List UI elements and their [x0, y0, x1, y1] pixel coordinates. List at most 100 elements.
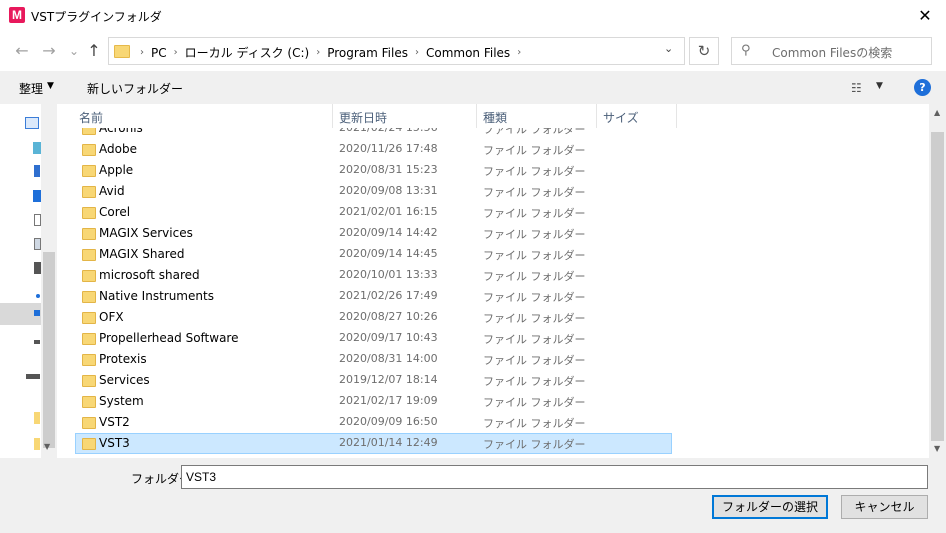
- column-header-name[interactable]: 名前: [79, 109, 103, 126]
- desktop-icon[interactable]: [25, 117, 39, 129]
- file-modified-date: 2020/08/31 14:00: [339, 352, 438, 365]
- drive-icon[interactable]: [34, 340, 40, 344]
- file-row[interactable]: OFX 2020/08/27 10:26 ファイル フォルダー: [75, 307, 672, 328]
- navigation-pane: ▼: [0, 104, 57, 458]
- file-row[interactable]: System 2021/02/17 19:09 ファイル フォルダー: [75, 391, 672, 412]
- column-divider[interactable]: [596, 104, 597, 128]
- music-icon[interactable]: [36, 294, 40, 298]
- chevron-right-icon: ›: [414, 47, 419, 58]
- file-type: ファイル フォルダー: [483, 291, 586, 304]
- folder-icon: [82, 417, 96, 429]
- file-name: VST3: [99, 436, 130, 450]
- column-header-type[interactable]: 種類: [483, 109, 507, 126]
- column-divider[interactable]: [332, 104, 333, 128]
- file-list-scrollbar[interactable]: ▲ ▼: [929, 104, 946, 458]
- file-row[interactable]: MAGIX Shared 2020/09/14 14:45 ファイル フォルダー: [75, 244, 672, 265]
- nav-pane-scrollbar[interactable]: ▼: [41, 104, 57, 458]
- pictures-icon[interactable]: [34, 238, 41, 250]
- command-bar: 整理 ▼ 新しいフォルダー ☷ ▼ ?: [0, 71, 946, 104]
- chevron-down-icon[interactable]: ▼: [44, 442, 50, 451]
- nav-pane-scrollbar-thumb[interactable]: [43, 252, 55, 448]
- network-drive-icon[interactable]: [26, 374, 40, 379]
- file-row[interactable]: Adobe 2020/11/26 17:48 ファイル フォルダー: [75, 139, 672, 160]
- folder-icon: [114, 45, 130, 58]
- column-header-date[interactable]: 更新日時: [339, 109, 387, 126]
- file-list-scrollbar-thumb[interactable]: [931, 132, 944, 441]
- file-row[interactable]: VST2 2020/09/09 16:50 ファイル フォルダー: [75, 412, 672, 433]
- file-row[interactable]: Corel 2021/02/01 16:15 ファイル フォルダー: [75, 202, 672, 223]
- file-type: ファイル フォルダー: [483, 438, 586, 451]
- documents-icon[interactable]: [34, 214, 41, 226]
- cancel-button[interactable]: キャンセル: [841, 495, 928, 519]
- new-folder-button[interactable]: 新しいフォルダー: [87, 80, 183, 97]
- organize-button[interactable]: 整理: [19, 80, 43, 97]
- file-row[interactable]: microsoft shared 2020/10/01 13:33 ファイル フォル…: [75, 265, 672, 286]
- 3d-objects-icon[interactable]: [33, 142, 41, 154]
- up-button[interactable]: ↑: [84, 41, 104, 61]
- chevron-down-icon: ▼: [47, 81, 54, 91]
- search-input[interactable]: ⚲ Common Filesの検索: [731, 37, 932, 65]
- file-modified-date: 2021/02/17 19:09: [339, 394, 438, 407]
- search-placeholder: Common Filesの検索: [772, 46, 893, 60]
- file-type: ファイル フォルダー: [483, 354, 586, 367]
- file-type: ファイル フォルダー: [483, 249, 586, 262]
- recent-locations-button[interactable]: ⌄: [64, 41, 84, 61]
- file-row[interactable]: Services 2019/12/07 18:14 ファイル フォルダー: [75, 370, 672, 391]
- back-button[interactable]: ←: [12, 41, 32, 61]
- windows-drive-icon[interactable]: [34, 310, 40, 316]
- file-type: ファイル フォルダー: [483, 396, 586, 409]
- file-type: ファイル フォルダー: [483, 165, 586, 178]
- file-name: Services: [99, 373, 150, 387]
- column-header-size[interactable]: サイズ: [603, 109, 639, 126]
- file-name: Protexis: [99, 352, 147, 366]
- column-divider[interactable]: [676, 104, 677, 128]
- file-name: Avid: [99, 184, 125, 198]
- chevron-down-icon[interactable]: ▼: [876, 81, 883, 91]
- file-type: ファイル フォルダー: [483, 207, 586, 220]
- file-row[interactable]: Propellerhead Software 2020/09/17 10:43 ファ…: [75, 328, 672, 349]
- column-divider[interactable]: [476, 104, 477, 128]
- folder-name-input[interactable]: VST3: [181, 465, 928, 489]
- search-icon: ⚲: [741, 43, 751, 58]
- file-row[interactable]: Avid 2020/09/08 13:31 ファイル フォルダー: [75, 181, 672, 202]
- videos-icon[interactable]: [34, 262, 41, 274]
- file-name: Apple: [99, 163, 134, 177]
- folder-icon: [82, 270, 96, 282]
- file-row[interactable]: Protexis 2020/08/31 14:00 ファイル フォルダー: [75, 349, 672, 370]
- desktop-folder-icon[interactable]: [33, 190, 41, 202]
- folder-icon: [82, 333, 96, 345]
- breadcrumb: › PC › ローカル ディスク (C:) › Program Files › …: [133, 44, 528, 61]
- window-title: VSTプラグインフォルダ: [31, 10, 162, 24]
- file-row[interactable]: Apple 2020/08/31 15:23 ファイル フォルダー: [75, 160, 672, 181]
- file-row[interactable]: Native Instruments 2021/02/26 17:49 ファイル フ…: [75, 286, 672, 307]
- breadcrumb-item-program-files[interactable]: Program Files: [327, 46, 408, 60]
- file-modified-date: 2020/09/14 14:42: [339, 226, 438, 239]
- address-dropdown-button[interactable]: ⌄: [664, 42, 673, 55]
- file-row[interactable]: VST3 2021/01/14 12:49 ファイル フォルダー: [75, 433, 672, 454]
- chevron-down-icon[interactable]: ▼: [934, 444, 940, 453]
- folder-icon[interactable]: [34, 412, 40, 424]
- address-bar[interactable]: › PC › ローカル ディスク (C:) › Program Files › …: [108, 37, 685, 65]
- file-modified-date: 2020/09/09 16:50: [339, 415, 438, 428]
- select-folder-button[interactable]: フォルダーの選択: [712, 495, 828, 519]
- downloads-icon[interactable]: [34, 165, 40, 177]
- view-options-icon[interactable]: ☷: [851, 81, 862, 95]
- title-bar: M VSTプラグインフォルダ ✕: [0, 0, 946, 31]
- breadcrumb-item-pc[interactable]: PC: [151, 46, 167, 60]
- column-header: ⌃ 名前 更新日時 種類 サイズ: [57, 104, 929, 128]
- refresh-button[interactable]: ↻: [689, 37, 719, 65]
- file-modified-date: 2021/02/01 16:15: [339, 205, 438, 218]
- file-row[interactable]: MAGIX Services 2020/09/14 14:42 ファイル フォルダー: [75, 223, 672, 244]
- file-modified-date: 2021/01/14 12:49: [339, 436, 438, 449]
- folder-icon[interactable]: [34, 438, 40, 450]
- breadcrumb-item-common-files[interactable]: Common Files: [426, 46, 510, 60]
- dialog-footer: フォルダー: VST3 フォルダーの選択 キャンセル: [0, 458, 946, 533]
- folder-icon: [82, 144, 96, 156]
- navigation-bar: ← → ⌄ ↑ › PC › ローカル ディスク (C:) › Program …: [0, 31, 946, 71]
- chevron-up-icon[interactable]: ▲: [934, 108, 940, 117]
- forward-button[interactable]: →: [39, 41, 59, 61]
- close-button[interactable]: ✕: [904, 0, 946, 30]
- breadcrumb-item-local-disk[interactable]: ローカル ディスク (C:): [185, 44, 310, 61]
- chevron-right-icon: ›: [173, 47, 178, 58]
- help-icon[interactable]: ?: [914, 79, 931, 96]
